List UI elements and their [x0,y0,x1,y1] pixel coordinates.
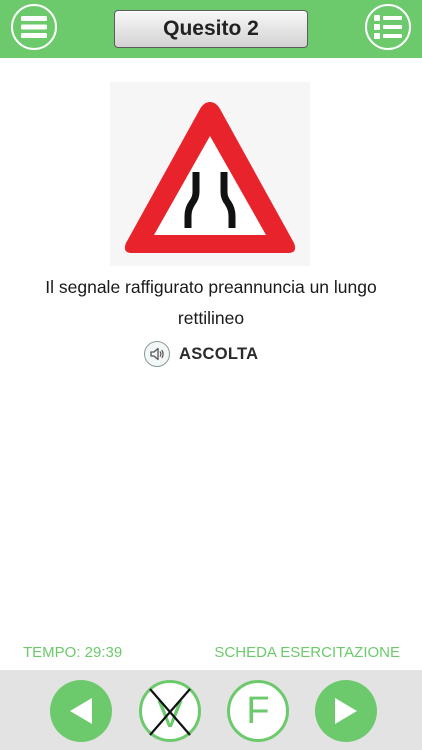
speaker-icon [144,341,170,367]
false-label: F [246,690,270,732]
timer: TEMPO: 29:39 [23,644,123,661]
listen-label: ASCOLTA [179,344,259,363]
hamburger-menu-icon [21,16,47,38]
road-narrows-warning-sign [110,82,310,266]
arrow-left-icon [70,698,92,724]
cross-mark-icon [149,688,191,736]
menu-button[interactable] [11,4,57,50]
mode-label: SCHEDA ESERCITAZIONE [214,644,400,661]
question-list-icon [374,15,402,39]
next-question-button[interactable] [315,680,377,742]
answer-bar: V F [0,670,422,750]
road-sign-image [110,82,310,266]
question-title[interactable]: Quesito 2 [114,10,308,48]
question-list-button[interactable] [365,4,411,50]
top-bar: Quesito 2 [0,0,422,58]
previous-question-button[interactable] [50,680,112,742]
arrow-right-icon [335,698,357,724]
question-text: Il segnale raffigurato preannuncia un lu… [45,277,377,328]
listen-button[interactable]: ASCOLTA [144,340,258,368]
false-answer-button[interactable]: F [227,680,289,742]
true-answer-button[interactable]: V [139,680,201,742]
